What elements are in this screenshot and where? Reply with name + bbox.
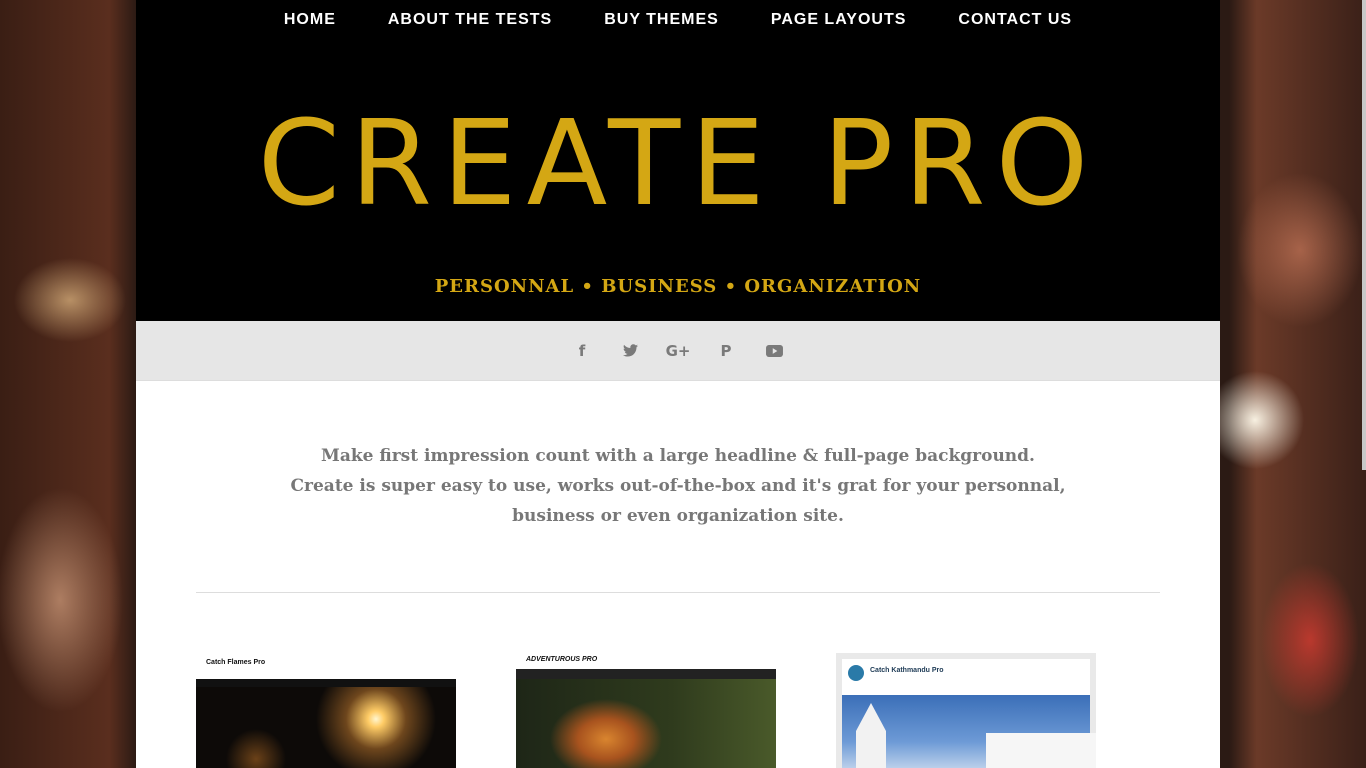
theme-thumbnail-adventurous-pro[interactable]: ADVENTUROUS PRO xyxy=(516,653,776,768)
intro-section: Make first impression count with a large… xyxy=(136,441,1220,531)
theme-name: Catch Kathmandu Pro xyxy=(870,667,944,674)
window-scrollbar[interactable] xyxy=(1362,0,1366,470)
nav-about-the-tests[interactable]: ABOUT THE TESTS xyxy=(362,10,578,30)
theme-name: Catch Flames Pro xyxy=(206,659,266,666)
site-tagline: PERSONNAL • BUSINESS • ORGANIZATION xyxy=(434,276,922,297)
theme-thumbnail-catch-kathmandu-pro[interactable]: Catch Kathmandu Pro xyxy=(836,653,1096,768)
nav-contact-us[interactable]: CONTACT US xyxy=(932,10,1098,30)
theme-name: ADVENTUROUS PRO xyxy=(526,656,598,663)
nav-buy-themes[interactable]: BUY THEMES xyxy=(578,10,745,30)
thumbnail-header: ADVENTUROUS PRO xyxy=(516,653,776,669)
site-title[interactable]: CREATE PRO xyxy=(136,98,1220,228)
social-links-bar: f G+ P xyxy=(136,321,1220,381)
site-header: HOME ABOUT THE TESTS BUY THEMES PAGE LAY… xyxy=(136,0,1220,321)
facebook-icon[interactable]: f xyxy=(570,341,594,361)
sparkler-image xyxy=(196,679,456,768)
intro-line-1: Make first impression count with a large… xyxy=(321,446,1035,466)
youtube-icon[interactable] xyxy=(762,341,786,361)
intro-line-2: Create is super easy to use, works out-o… xyxy=(290,476,1066,526)
catch-kathmandu-logo-icon xyxy=(848,665,864,681)
page-container: HOME ABOUT THE TESTS BUY THEMES PAGE LAY… xyxy=(136,0,1220,768)
nav-page-layouts[interactable]: PAGE LAYOUTS xyxy=(745,10,933,30)
nav-home[interactable]: HOME xyxy=(258,10,362,30)
thumbnail-menu-bar xyxy=(516,669,776,679)
google-plus-icon[interactable]: G+ xyxy=(666,341,691,361)
tiger-image xyxy=(516,669,776,768)
thumbnail-header: Catch Flames Pro xyxy=(196,653,456,679)
twitter-icon[interactable] xyxy=(618,341,642,361)
section-divider xyxy=(196,592,1160,593)
themes-grid: Catch Flames Pro ADVENTUROUS PRO Catch K… xyxy=(196,653,1160,768)
theme-thumbnail-catch-flames-pro[interactable]: Catch Flames Pro xyxy=(196,653,456,768)
main-navigation: HOME ABOUT THE TESTS BUY THEMES PAGE LAY… xyxy=(136,0,1220,30)
building-shape xyxy=(986,733,1096,768)
pinterest-icon[interactable]: P xyxy=(714,341,738,361)
thumbnail-menu-bar xyxy=(196,679,456,687)
